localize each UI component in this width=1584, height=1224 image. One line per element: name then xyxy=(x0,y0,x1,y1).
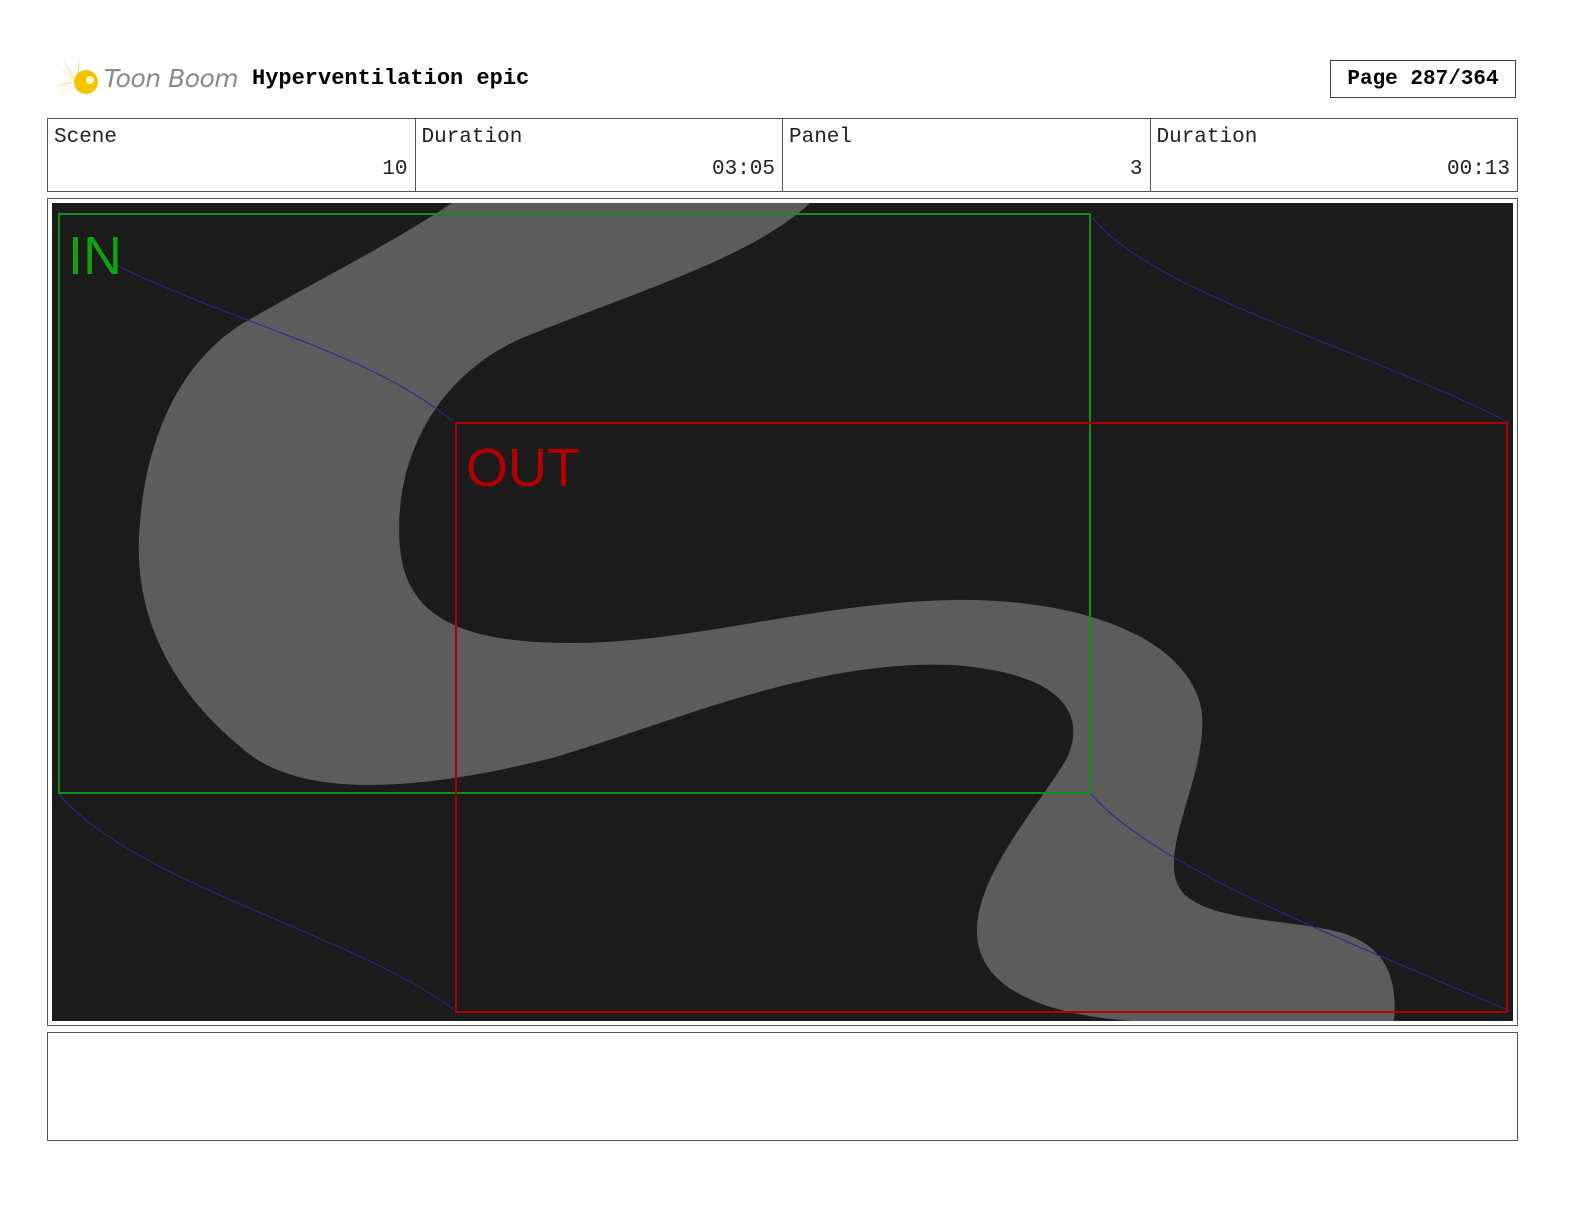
out-frame-label: OUT xyxy=(466,438,580,498)
panel-drawing xyxy=(57,203,1511,1021)
panel-artwork: IN OUT xyxy=(52,203,1513,1021)
camera-path-left xyxy=(57,792,457,1012)
scene-duration-cell: Duration 03:05 xyxy=(416,119,783,191)
panel-label: Panel xyxy=(789,126,853,149)
page-number: Page 287/364 xyxy=(1330,60,1516,98)
panel-value: 3 xyxy=(1129,158,1143,181)
scene-value: 10 xyxy=(382,158,408,181)
logo-text: Toon Boom xyxy=(104,64,239,93)
in-frame-label: IN xyxy=(68,226,122,286)
camera-path-right xyxy=(1091,216,1511,424)
road-shape xyxy=(138,203,1395,1021)
toon-boom-logo: Toon Boom xyxy=(50,56,240,108)
panel-duration-value: 00:13 xyxy=(1446,158,1510,181)
panel-duration-label: Duration xyxy=(1156,126,1258,149)
scene-label: Scene xyxy=(54,126,118,149)
panel-cell: Panel 3 xyxy=(783,119,1151,191)
scene-info-table: Scene 10 Duration 03:05 Panel 3 Duration… xyxy=(47,118,1518,192)
scene-duration-label: Duration xyxy=(421,126,523,149)
project-title: Hyperventilation epic xyxy=(252,66,530,91)
scene-cell: Scene 10 xyxy=(48,119,416,191)
panel-notes-box[interactable] xyxy=(47,1032,1518,1141)
storyboard-panel: IN OUT xyxy=(47,198,1518,1026)
panel-duration-cell: Duration 00:13 xyxy=(1151,119,1518,191)
starburst-icon xyxy=(50,56,98,106)
scene-duration-value: 03:05 xyxy=(711,158,775,181)
